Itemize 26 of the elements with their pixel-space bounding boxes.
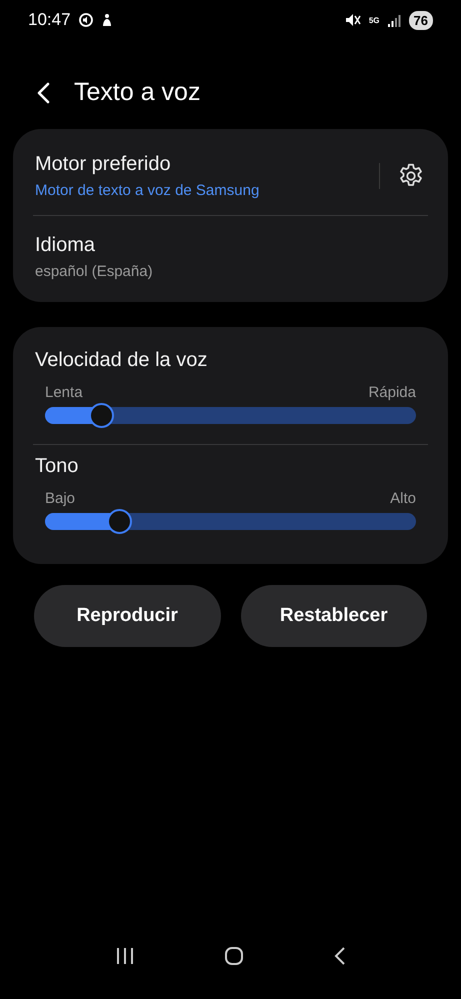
mute-icon [344, 13, 361, 27]
figure-icon [100, 13, 113, 27]
setting-title[interactable]: Idioma [35, 234, 426, 257]
status-time: 10:47 [28, 10, 71, 30]
action-button[interactable]: Restablecer [240, 585, 427, 647]
setting-value: Motor de texto a voz de Samsung [35, 182, 260, 199]
action-button[interactable]: Reproducir [34, 585, 220, 647]
back-icon[interactable] [36, 82, 50, 104]
home-icon[interactable] [224, 946, 244, 966]
slider-thumb[interactable] [88, 403, 114, 428]
slider-max-label: Rápida [368, 384, 416, 401]
slider-title: Tono [35, 455, 78, 477]
slider-min-label: Bajo [45, 490, 76, 507]
slider-title: Velocidad de la voz [35, 349, 208, 371]
slider-thumb[interactable] [107, 509, 132, 534]
battery-level: 76 [408, 10, 433, 30]
signal-icon [388, 14, 401, 26]
network-label: 5G [368, 16, 380, 24]
recent-apps-icon[interactable] [114, 947, 134, 965]
slider-min-label: Lenta [45, 384, 83, 401]
speaker-icon [78, 13, 93, 27]
setting-title[interactable]: Motor preferido [35, 153, 379, 176]
page-title: Texto a voz [74, 78, 200, 107]
slider-max-label: Alto [390, 490, 416, 507]
setting-value: español (España) [35, 263, 154, 280]
back-nav-icon[interactable] [332, 946, 346, 966]
